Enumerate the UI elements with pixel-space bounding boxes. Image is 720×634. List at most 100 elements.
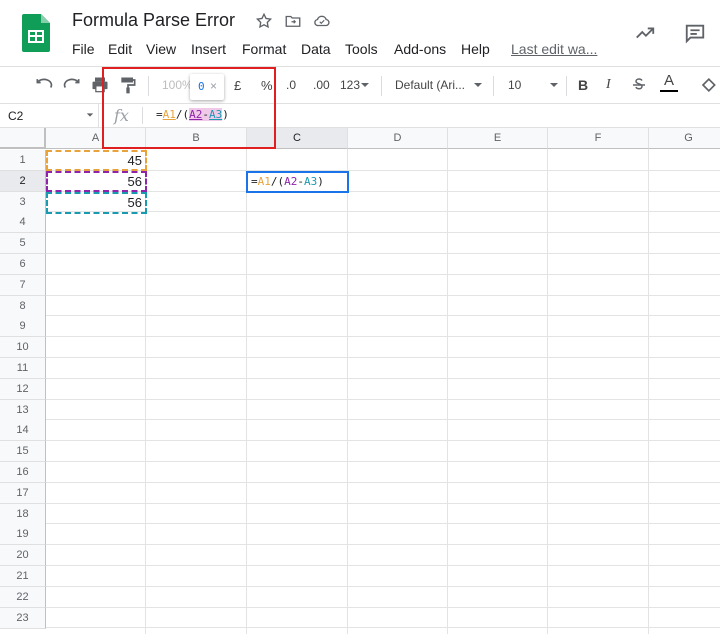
text-color-swatch <box>660 90 678 92</box>
column-gridline <box>547 149 548 634</box>
row-header[interactable]: 20 <box>0 545 46 567</box>
font-size-label: 10 <box>508 78 522 92</box>
more-formats-button[interactable]: 123 <box>340 75 370 95</box>
comment-icon[interactable] <box>684 22 706 44</box>
fill-color-icon[interactable] <box>698 75 718 95</box>
row-header[interactable]: 13 <box>0 399 46 421</box>
row-header[interactable]: 11 <box>0 358 46 379</box>
column-gridline <box>648 149 649 634</box>
row-header[interactable]: 6 <box>0 254 46 275</box>
cell-ref-a1: A1 <box>257 175 271 188</box>
menu-insert[interactable]: Insert <box>191 41 226 57</box>
cell-minus: - <box>297 175 304 188</box>
row-header[interactable]: 12 <box>0 378 46 400</box>
row-gridline <box>46 461 720 462</box>
menu-data[interactable]: Data <box>301 41 331 57</box>
row-header[interactable]: 8 <box>0 295 46 317</box>
row-gridline <box>46 190 720 192</box>
row-gridline <box>46 502 720 504</box>
column-gridline <box>246 149 247 634</box>
column-header[interactable]: E <box>448 128 548 149</box>
cloud-saved-icon[interactable] <box>313 12 331 30</box>
annotation-highlight-box <box>102 67 276 149</box>
strikethrough-icon[interactable] <box>630 75 648 95</box>
menu-tools[interactable]: Tools <box>345 41 378 57</box>
chevron-down-icon <box>550 83 559 87</box>
cell-eq: = <box>251 175 258 188</box>
app-header: Formula Parse Error File Edit View Inser… <box>0 0 720 66</box>
row-header[interactable]: 4 <box>0 212 46 234</box>
row-gridline <box>46 606 720 608</box>
cell-ref-a2: A2 <box>284 175 298 188</box>
row-gridline <box>46 357 720 358</box>
italic-button[interactable]: I <box>606 75 611 95</box>
chevron-down-icon <box>474 83 483 87</box>
row-header[interactable]: 7 <box>0 274 46 296</box>
last-edit-link[interactable]: Last edit wa... <box>511 41 597 57</box>
text-color-button[interactable]: A <box>660 72 678 92</box>
select-all-corner[interactable] <box>0 128 46 149</box>
row-header[interactable]: 19 <box>0 524 46 546</box>
row-gridline <box>46 419 720 421</box>
row-gridline <box>46 211 720 213</box>
row-header[interactable]: 9 <box>0 316 46 338</box>
row-header[interactable]: 23 <box>0 607 46 629</box>
bold-button[interactable]: B <box>578 75 588 95</box>
name-box-value: C2 <box>8 109 24 123</box>
name-box[interactable]: C2 <box>0 104 99 127</box>
trending-up-icon[interactable] <box>634 22 656 44</box>
row-gridline <box>46 398 720 400</box>
column-gridline <box>145 149 146 634</box>
row-gridline <box>46 565 720 566</box>
menu-addons[interactable]: Add-ons <box>394 41 446 57</box>
font-size-select[interactable]: 10 <box>508 75 559 95</box>
spreadsheet-grid: A B C D E F G 1 2 3 4 5 6 7 8 9 10 11 12 13 14 15 16 17 1… <box>0 128 720 634</box>
row-gridline <box>46 523 720 525</box>
row-gridline <box>46 273 720 275</box>
cell-a1[interactable]: 45 <box>46 153 142 168</box>
font-select[interactable]: Default (Ari... <box>395 75 483 95</box>
active-cell-c2-editor[interactable]: =A1/(A2-A3) <box>246 171 349 193</box>
column-gridline <box>347 149 348 634</box>
row-gridline <box>46 377 720 379</box>
row-gridline <box>46 627 720 629</box>
row-header[interactable]: 18 <box>0 503 46 525</box>
row-gridline <box>46 315 720 317</box>
row-header[interactable]: 1 <box>0 150 46 171</box>
row-header[interactable]: 17 <box>0 482 46 504</box>
menu-view[interactable]: View <box>146 41 176 57</box>
sheets-logo-icon[interactable] <box>22 14 50 52</box>
decrease-decimal-button[interactable]: .0 <box>286 75 296 95</box>
row-gridline <box>46 481 720 483</box>
menu-file[interactable]: File <box>72 41 95 57</box>
star-icon[interactable] <box>255 12 273 30</box>
row-gridline <box>46 253 720 254</box>
row-header[interactable]: 5 <box>0 233 46 255</box>
move-folder-icon[interactable] <box>284 12 302 30</box>
row-header[interactable]: 22 <box>0 586 46 608</box>
row-gridline <box>46 169 720 171</box>
menu-edit[interactable]: Edit <box>108 41 132 57</box>
row-gridline <box>46 544 720 546</box>
document-title[interactable]: Formula Parse Error <box>72 10 235 31</box>
column-header[interactable]: G <box>649 128 720 149</box>
menu-help[interactable]: Help <box>461 41 490 57</box>
row-header[interactable]: 15 <box>0 441 46 463</box>
redo-icon[interactable] <box>62 75 82 95</box>
cell-a3[interactable]: 56 <box>46 195 142 210</box>
increase-decimal-button[interactable]: .00 <box>313 75 330 95</box>
column-header[interactable]: D <box>348 128 448 149</box>
menu-format[interactable]: Format <box>242 41 286 57</box>
row-header[interactable]: 3 <box>0 191 46 213</box>
row-gridline <box>46 294 720 296</box>
undo-icon[interactable] <box>34 75 54 95</box>
row-header[interactable]: 14 <box>0 420 46 442</box>
column-header[interactable]: F <box>548 128 649 149</box>
row-header[interactable]: 21 <box>0 566 46 587</box>
cell-a2[interactable]: 56 <box>46 174 142 189</box>
row-header[interactable]: 2 <box>0 170 46 192</box>
row-header[interactable]: 16 <box>0 462 46 483</box>
cell-ref-a3: A3 <box>304 175 318 188</box>
row-header[interactable]: 10 <box>0 337 46 359</box>
cell-close-paren: ) <box>317 175 324 188</box>
